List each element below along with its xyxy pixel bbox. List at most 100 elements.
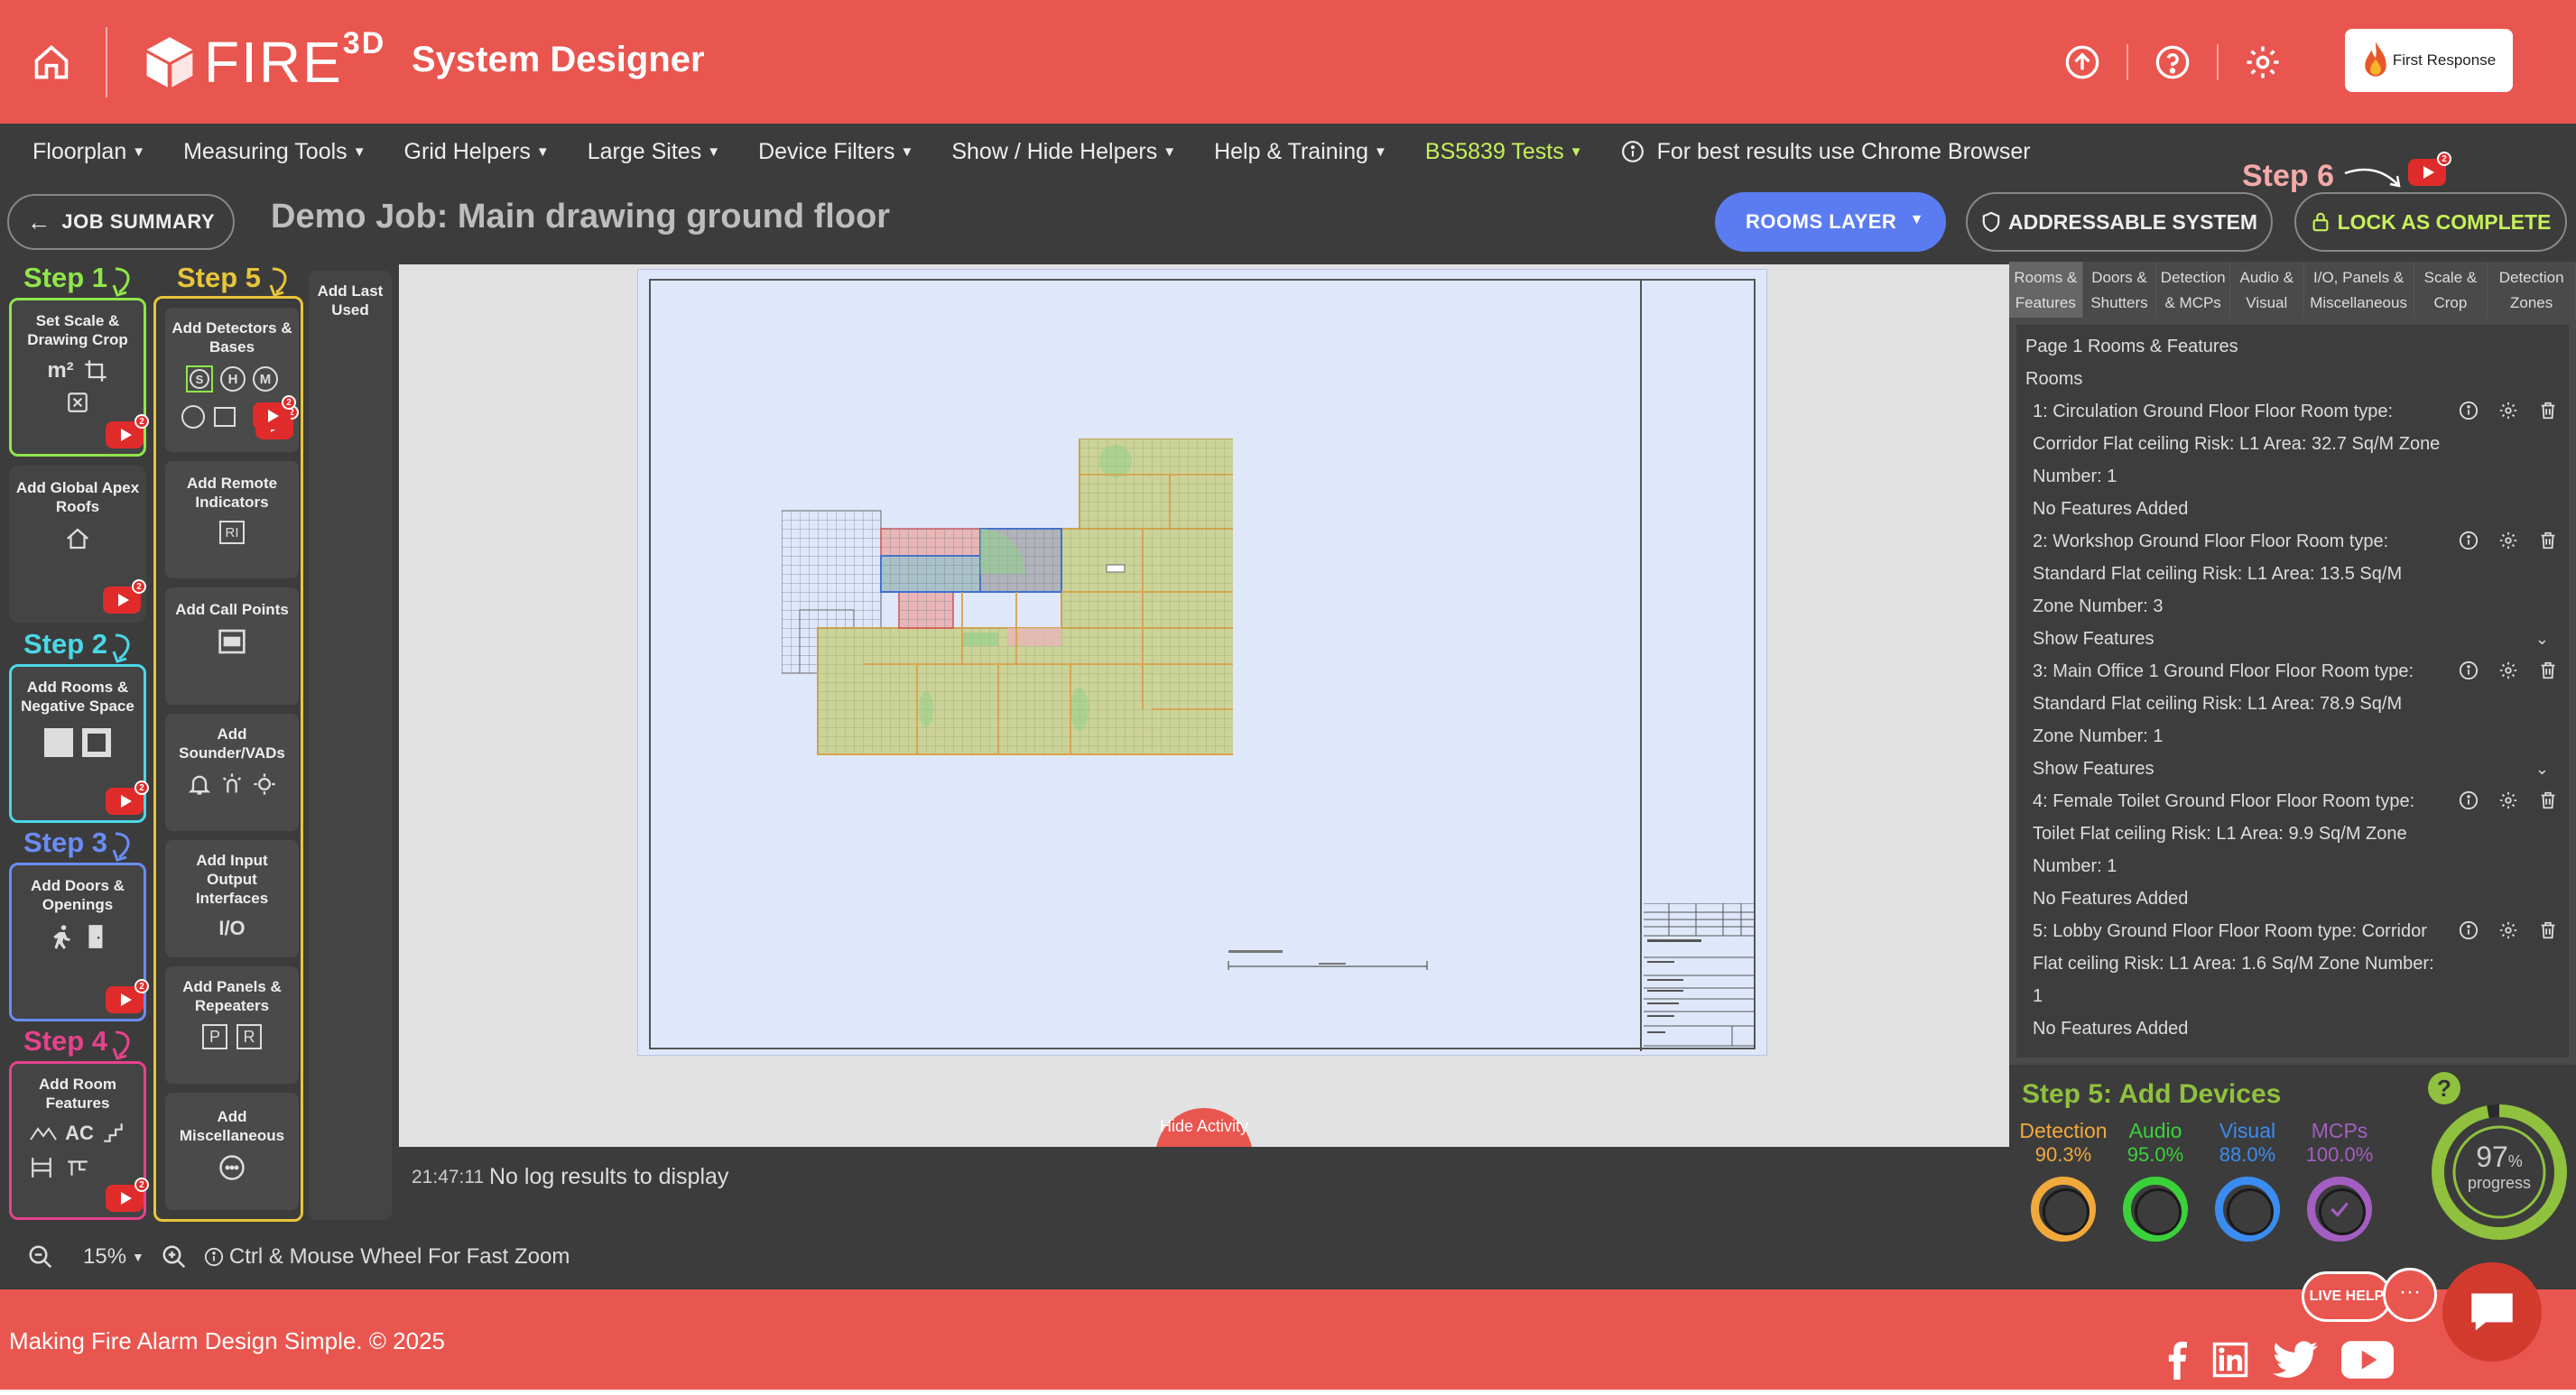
app-footer: Making Fire Alarm Design Simple. © 2025	[0, 1289, 2576, 1395]
gear-icon[interactable]	[2498, 531, 2518, 550]
gear-icon[interactable]	[2498, 920, 2518, 940]
activity-log: 21:47:11 No log results to display	[399, 1147, 2009, 1224]
multi-detector-icon: M	[253, 366, 278, 392]
gear-icon[interactable]	[2498, 401, 2518, 420]
live-help-button[interactable]: LIVE HELP	[2302, 1271, 2392, 1322]
step4-label: Step 4	[23, 1025, 108, 1057]
addressable-system-button[interactable]: ADDRESSABLE SYSTEM	[1966, 192, 2273, 252]
tab-detection-zones[interactable]: Detection Zones	[2488, 262, 2576, 318]
step6-label: Step 6	[2242, 159, 2335, 193]
trash-icon[interactable]	[2538, 661, 2558, 680]
footer-tagline: Making Fire Alarm Design Simple. © 2025	[9, 1327, 446, 1354]
tab-scale-crop[interactable]: Scale & Crop	[2414, 262, 2488, 318]
info-icon[interactable]	[2459, 920, 2479, 940]
floorplan-sheet	[637, 269, 1767, 1056]
facebook-icon[interactable]	[2166, 1340, 2188, 1380]
add-sounder-vads-tool[interactable]: Add Sounder/VADs	[165, 714, 299, 831]
list-item[interactable]: 2: Workshop Ground Floor Floor Room type…	[2016, 525, 2569, 655]
gear-icon[interactable]	[2498, 790, 2518, 810]
linkedin-icon[interactable]	[2211, 1341, 2249, 1379]
add-miscellaneous-tool[interactable]: Add Miscellaneous	[165, 1093, 299, 1210]
menu-measuring-tools[interactable]: Measuring Tools ▼	[183, 139, 366, 165]
info-icon[interactable]	[2459, 401, 2479, 420]
zoom-hint: Ctrl & Mouse Wheel For Fast Zoom	[204, 1244, 570, 1270]
properties-panel: Rooms & Features Doors & Shutters Detectio…	[2009, 262, 2576, 1065]
list-item[interactable]: 3: Main Office 1 Ground Floor Floor Room…	[2016, 655, 2569, 785]
rooms-list: Page 1 Rooms & Features Rooms 1: Circula…	[2016, 325, 2569, 1058]
step5-video-button[interactable]: 2	[253, 395, 296, 430]
settings-button[interactable]	[2237, 36, 2289, 88]
zoom-level-select[interactable]: 15% ▼	[83, 1244, 144, 1270]
menu-help-training[interactable]: Help & Training ▼	[1214, 139, 1387, 165]
add-room-features-tool[interactable]: Add Room Features AC 2	[9, 1061, 149, 1220]
heat-detector-icon: H	[220, 366, 246, 392]
info-icon[interactable]	[2459, 790, 2479, 810]
chat-button[interactable]	[2442, 1262, 2542, 1362]
menu-large-sites[interactable]: Large Sites ▼	[588, 139, 720, 165]
gear-icon[interactable]	[2498, 661, 2518, 680]
flame-icon	[2365, 42, 2386, 77]
job-summary-button[interactable]: ← JOB SUMMARY	[7, 194, 235, 250]
list-item[interactable]: 1: Circulation Ground Floor Floor Room t…	[2016, 395, 2569, 525]
help-button[interactable]	[2146, 36, 2199, 88]
tab-doors-shutters[interactable]: Doors & Shutters	[2083, 262, 2157, 318]
tab-io-panels-misc[interactable]: I/O, Panels & Miscellaneous	[2304, 262, 2414, 318]
twitter-icon[interactable]	[2273, 1341, 2318, 1379]
client-logo: First Response	[2345, 29, 2513, 92]
step5-frame: Add Detectors & Bases S H M 2 Add Remote…	[153, 296, 303, 1222]
info-icon[interactable]	[2459, 531, 2479, 550]
trash-icon[interactable]	[2538, 531, 2558, 550]
audio-stat: Audio 95.0%	[2127, 1119, 2184, 1166]
step6-video-button[interactable]: 2	[2408, 152, 2451, 186]
app-header: FIRE3D System Designer First Response	[0, 0, 2576, 124]
step4-video-button[interactable]: 2	[106, 1178, 149, 1212]
home-button[interactable]	[25, 36, 78, 88]
youtube-icon[interactable]	[2341, 1341, 2394, 1379]
caret-down-icon: ▼	[132, 1250, 144, 1264]
menu-device-filters[interactable]: Device Filters ▼	[758, 139, 913, 165]
global-apex-roofs-tool[interactable]: Add Global Apex Roofs 2	[9, 466, 146, 623]
trash-icon[interactable]	[2538, 401, 2558, 420]
visual-ring	[2215, 1177, 2280, 1242]
lock-as-complete-button[interactable]: LOCK AS COMPLETE	[2294, 192, 2567, 252]
upload-button[interactable]	[2056, 36, 2108, 88]
rooms-layer-dropdown[interactable]: ROOMS LAYER ▼	[1715, 192, 1946, 252]
tab-audio-visual[interactable]: Audio & Visual	[2230, 262, 2304, 318]
menu-grid-helpers[interactable]: Grid Helpers ▼	[404, 139, 550, 165]
add-call-points-tool[interactable]: Add Call Points	[165, 587, 299, 705]
caret-down-icon: ▼	[352, 143, 366, 160]
tab-detection-mcps[interactable]: Detection & MCPs	[2156, 262, 2230, 318]
add-rooms-tool[interactable]: Add Rooms & Negative Space 2	[9, 664, 149, 823]
add-detectors-tool[interactable]: Add Detectors & Bases S H M 2	[165, 308, 299, 452]
menu-floorplan[interactable]: Floorplan ▼	[32, 139, 145, 165]
air-conditioning-icon: AC	[65, 1122, 94, 1144]
info-icon[interactable]	[2459, 661, 2479, 680]
live-help-more-button[interactable]: ···	[2383, 1268, 2437, 1322]
add-remote-indicators-tool[interactable]: Add Remote Indicators RI	[165, 461, 299, 578]
trash-icon[interactable]	[2538, 920, 2558, 940]
drawing-canvas[interactable]	[399, 264, 2009, 1147]
zoom-in-icon[interactable]	[161, 1243, 188, 1270]
add-doors-tool[interactable]: Add Doors & Openings 2	[9, 863, 149, 1021]
check-icon	[2330, 1202, 2349, 1217]
menu-show-hide-helpers[interactable]: Show / Hide Helpers ▼	[951, 139, 1176, 165]
list-item[interactable]: 4: Female Toilet Ground Floor Floor Room…	[2016, 785, 2569, 915]
step2-video-button[interactable]: 2	[106, 781, 149, 815]
add-last-used-panel[interactable]: Add Last Used	[309, 271, 392, 1220]
menu-bs5839-tests[interactable]: BS5839 Tests ▼	[1425, 139, 1583, 165]
repeater-icon: R	[236, 1024, 262, 1049]
tab-rooms-features[interactable]: Rooms & Features	[2009, 262, 2083, 318]
list-item[interactable]: 5: Lobby Ground Floor Floor Room type: C…	[2016, 915, 2569, 1045]
set-scale-crop-tool[interactable]: Set Scale & Drawing Crop m² 2	[9, 298, 149, 457]
step1-video-button[interactable]: 2	[106, 414, 149, 448]
step3-video-button[interactable]: 2	[106, 979, 149, 1013]
zoom-out-icon[interactable]	[27, 1243, 54, 1270]
progress-help-button[interactable]: ?	[2428, 1072, 2460, 1104]
job-bar: ← JOB SUMMARY Demo Job: Main drawing gro…	[0, 180, 2576, 263]
add-panels-repeaters-tool[interactable]: Add Panels & Repeaters P R	[165, 966, 299, 1084]
step5-label: Step 5	[177, 262, 262, 293]
roofs-video-button[interactable]: 2	[103, 579, 146, 614]
trash-icon[interactable]	[2538, 790, 2558, 810]
add-io-interfaces-tool[interactable]: Add Input Output Interfaces I/O	[165, 840, 299, 957]
fire3d-logo[interactable]: FIRE3D	[144, 28, 385, 92]
